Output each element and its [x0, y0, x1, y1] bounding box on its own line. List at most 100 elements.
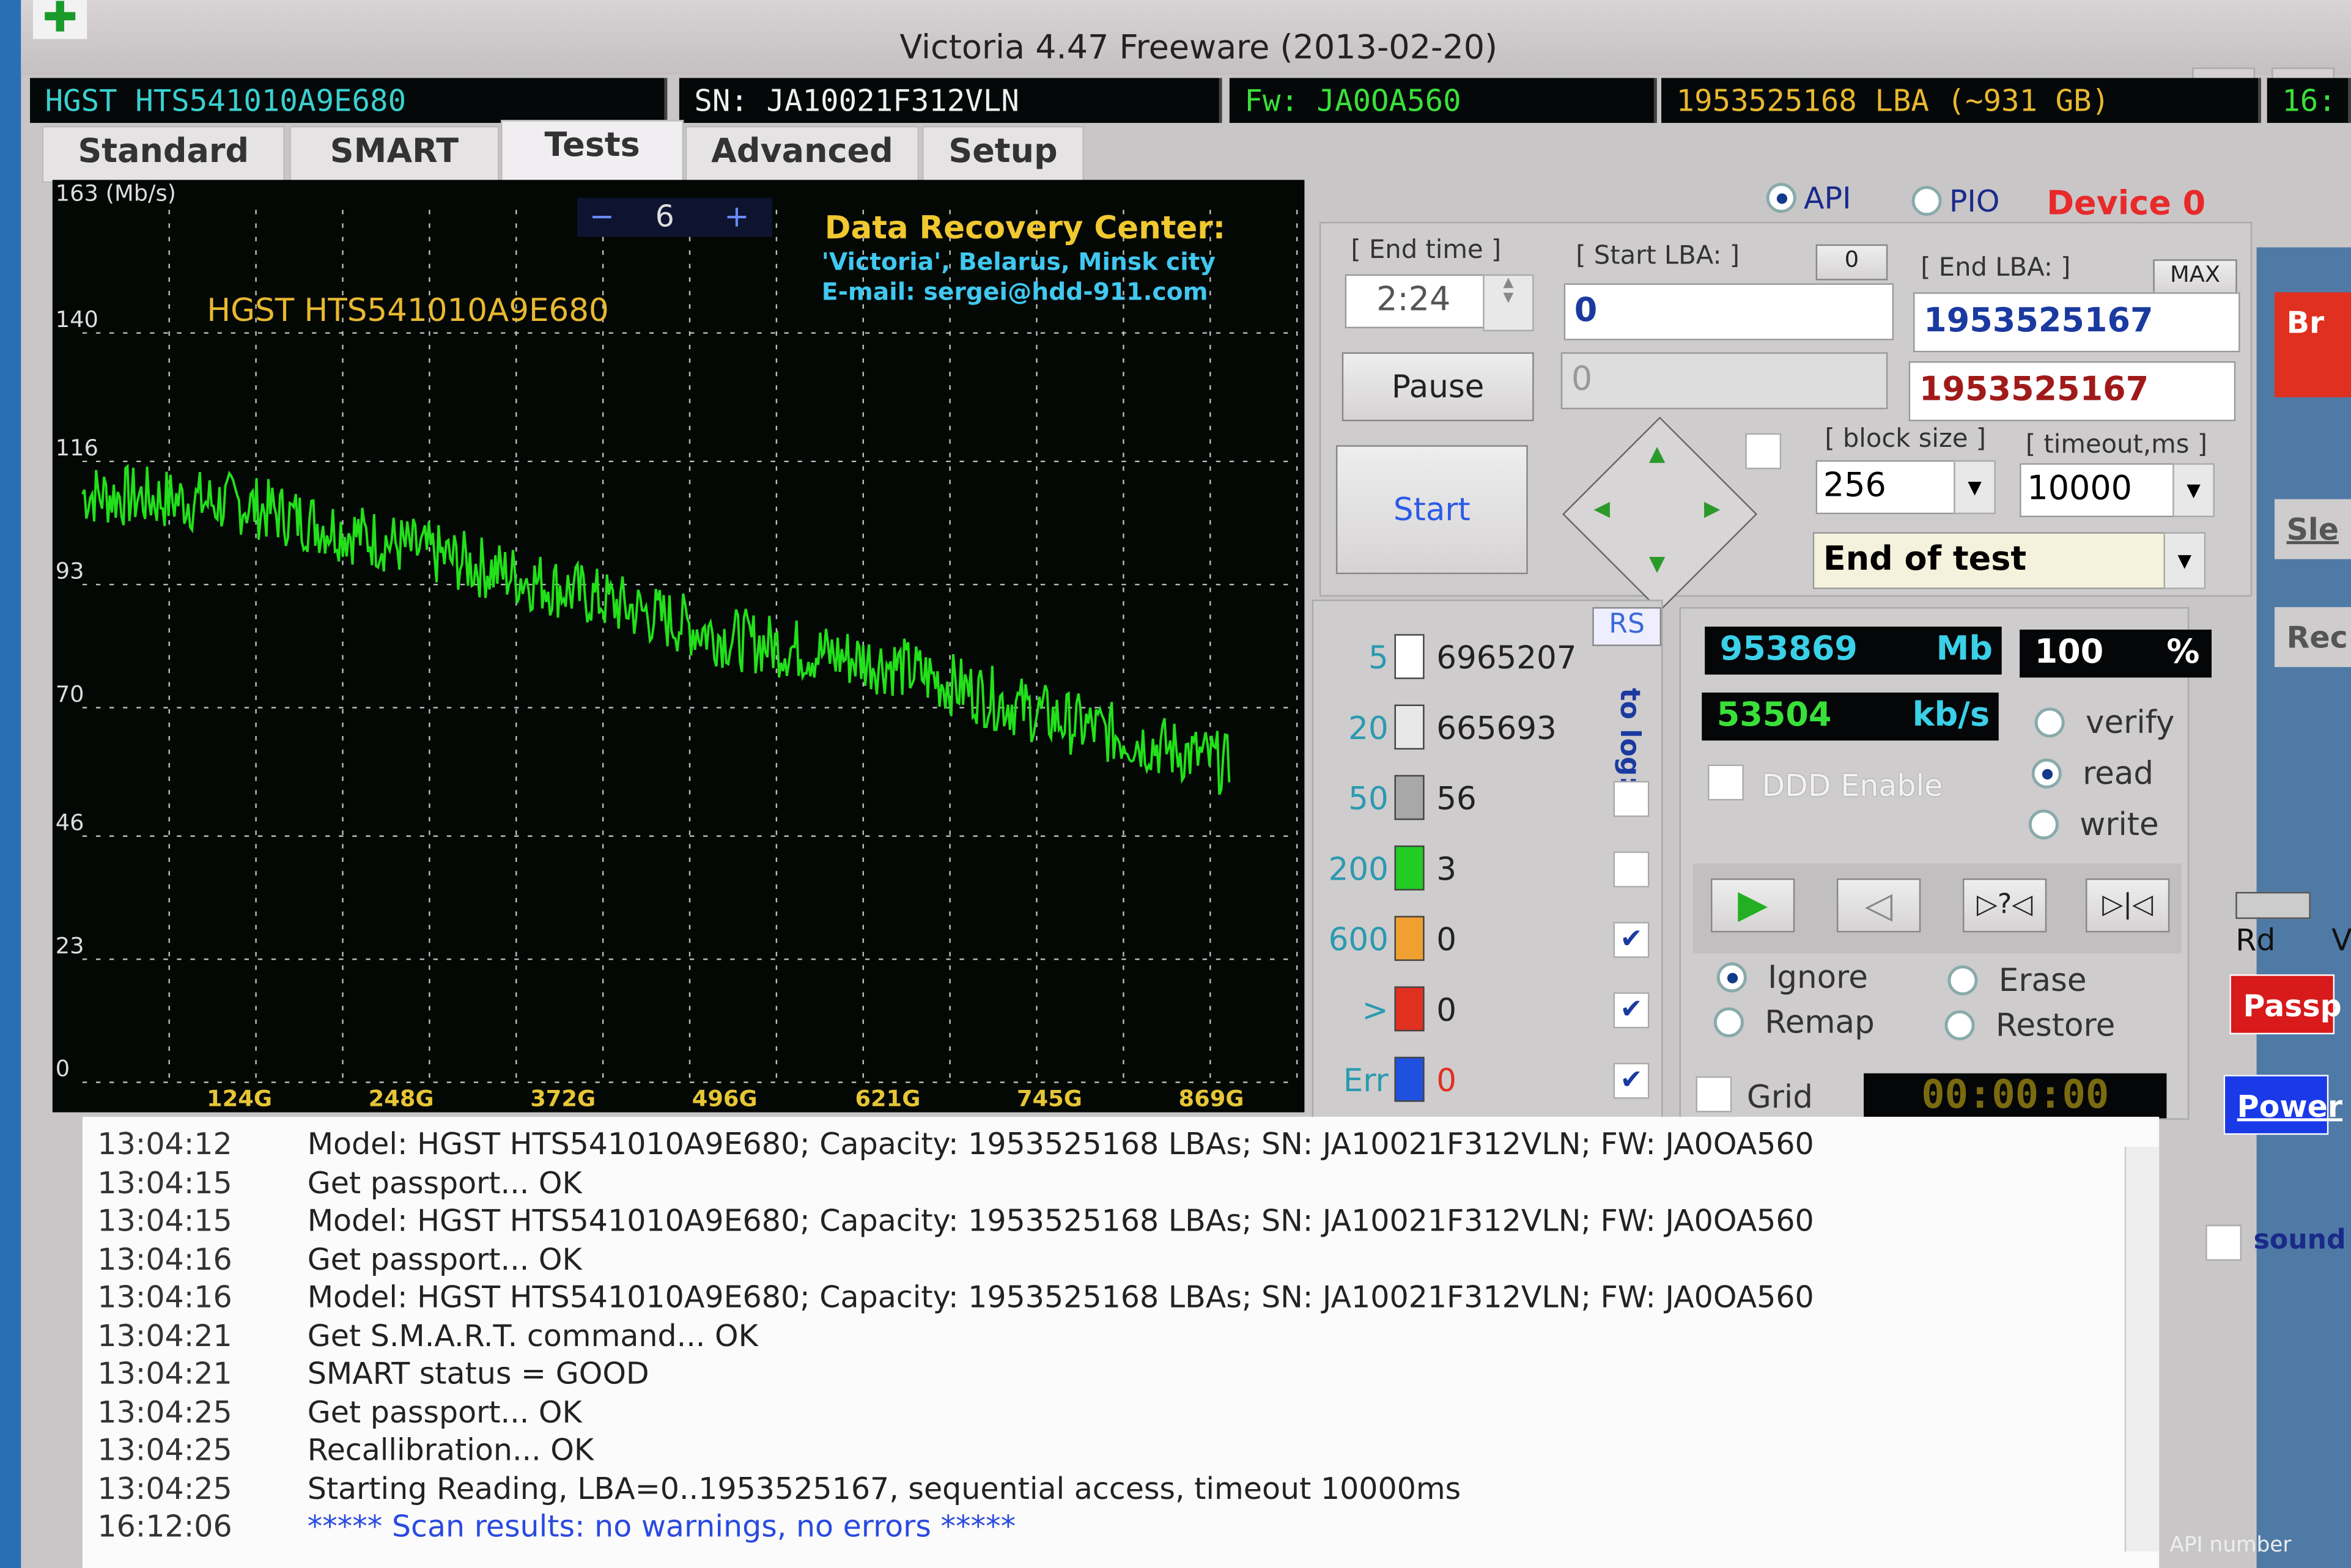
api-number-label: API number: [2169, 1533, 2292, 1558]
log-text: Get passport... OK: [307, 1164, 582, 1200]
play-button[interactable]: ▶: [1710, 878, 1795, 933]
log-time: 13:04:21: [97, 1355, 232, 1391]
stat-threshold: 20: [1348, 710, 1389, 747]
log-time: 13:04:25: [97, 1393, 232, 1430]
tab-advanced[interactable]: Advanced: [685, 125, 920, 183]
end-lba-max-button[interactable]: MAX: [2153, 259, 2237, 296]
stat-log-checkbox[interactable]: ✔: [1613, 922, 1650, 958]
tab-smart[interactable]: SMART: [289, 125, 500, 183]
start-lba-zero-button[interactable]: 0: [1815, 244, 1888, 281]
remap-label: Remap: [1765, 1004, 1875, 1040]
y-tick-label: 93: [56, 558, 84, 584]
log-text: Starting Reading, LBA=0..1953525167, seq…: [307, 1470, 1461, 1506]
erase-label: Erase: [1998, 962, 2087, 999]
seek-end-button[interactable]: ▷|◁: [2086, 878, 2170, 933]
stat-log-checkbox[interactable]: ✔: [1613, 1062, 1650, 1099]
sleep-button[interactable]: Sle: [2274, 499, 2351, 559]
graph-drive-label: HGST HTS541010A9E680: [207, 292, 609, 329]
verify-radio[interactable]: [2034, 707, 2065, 738]
ddd-checkbox[interactable]: [1708, 764, 1744, 801]
log-scrollbar[interactable]: [2124, 1146, 2160, 1552]
log-time: 13:04:15: [97, 1202, 232, 1239]
start-lba-label: [ Start LBA: ]: [1576, 241, 1740, 271]
ad-line2[interactable]: E-mail: sergei@hdd-911.com: [822, 278, 1208, 306]
read-speed: 53504 kb/s: [1702, 692, 1999, 741]
ad-line1: 'Victoria', Belarus, Minsk city: [821, 247, 1216, 276]
grid-checkbox[interactable]: [1696, 1076, 1732, 1113]
end-lba-input[interactable]: 1953525167: [1913, 292, 2240, 353]
y-tick-label: 140: [56, 306, 98, 333]
write-radio[interactable]: [2028, 809, 2059, 840]
pause-button[interactable]: Pause: [1342, 352, 1534, 422]
stat-row: 20 665693: [1313, 704, 1658, 759]
end-action-select[interactable]: End of test: [1812, 532, 2173, 589]
log-text: SMART status = GOOD: [307, 1355, 649, 1391]
log-entry: 13:04:21 SMART status = GOOD: [97, 1355, 649, 1391]
device-label[interactable]: Device 0: [2047, 186, 2205, 223]
end-time-spinner[interactable]: ▲ ▼: [1483, 274, 1534, 331]
direction-down-icon[interactable]: ▼: [1649, 553, 1665, 576]
sound-checkbox[interactable]: [2205, 1224, 2242, 1261]
restore-label: Restore: [1995, 1007, 2116, 1043]
direction-right-icon[interactable]: ▶: [1704, 497, 1720, 521]
direction-pad[interactable]: ▲ ▶ ◀ ▼: [1562, 416, 1758, 612]
random-seek-button[interactable]: ▷?◁: [1962, 878, 2047, 933]
stat-log-checkbox[interactable]: [1613, 781, 1650, 817]
start-button[interactable]: Start: [1335, 445, 1528, 575]
grid-label: Grid: [1746, 1079, 1813, 1116]
tab-standard[interactable]: Standard: [42, 125, 285, 183]
sound-label: sound: [2253, 1224, 2346, 1256]
direction-checkbox[interactable]: [1745, 433, 1782, 469]
write-label: write: [2080, 806, 2159, 843]
pio-radio[interactable]: [1911, 186, 1942, 216]
stat-color-swatch: [1394, 634, 1425, 679]
back-button[interactable]: ◁: [1836, 878, 1921, 933]
timeout-dropdown-icon[interactable]: ▼: [2172, 463, 2215, 518]
stat-log-checkbox[interactable]: [1613, 851, 1650, 888]
password-button[interactable]: Passp: [2229, 974, 2342, 1035]
start-lba-input[interactable]: 0: [1563, 283, 1894, 340]
direction-left-icon[interactable]: ◀: [1594, 497, 1610, 521]
log-time: 16:12:06: [97, 1507, 232, 1544]
x-tick-label: 745G: [1017, 1086, 1082, 1112]
scale-value: 6: [655, 197, 674, 234]
block-size-dropdown-icon[interactable]: ▼: [1954, 460, 1996, 515]
block-stats-panel: RS to log: 5 6965207 20 665693 50 56 200 36…: [1312, 599, 1663, 1120]
erase-radio[interactable]: [1947, 965, 1978, 996]
end-time-label: [ End time ]: [1351, 235, 1502, 266]
remap-radio[interactable]: [1713, 1007, 1744, 1037]
restore-radio[interactable]: [1944, 1010, 1975, 1040]
scale-plus-button[interactable]: +: [724, 198, 749, 234]
recalibrate-button[interactable]: Rec: [2274, 607, 2351, 668]
stat-color-swatch: [1394, 916, 1425, 961]
stat-row: 600 0 ✔: [1313, 916, 1658, 970]
tab-tests[interactable]: Tests: [501, 120, 684, 186]
stat-log-checkbox[interactable]: ✔: [1613, 992, 1650, 1029]
log-text: Model: HGST HTS541010A9E680; Capacity: 1…: [307, 1278, 1814, 1315]
progress-percent: 100%: [2020, 629, 2212, 678]
speed-line: [81, 463, 1231, 795]
stat-count: 0: [1436, 1062, 1457, 1099]
log-text: Get passport... OK: [307, 1393, 582, 1430]
log-text: Recallibration... OK: [307, 1431, 594, 1468]
timeout-select[interactable]: 10000: [2020, 463, 2179, 518]
read-radio[interactable]: [2031, 758, 2062, 789]
power-button[interactable]: Power: [2223, 1075, 2342, 1135]
log-text: Model: HGST HTS541010A9E680; Capacity: 1…: [307, 1202, 1814, 1239]
block-size-select[interactable]: 256: [1815, 460, 1960, 515]
scale-minus-button[interactable]: −: [589, 198, 615, 234]
timeout-label: [ timeout,ms ]: [2025, 430, 2208, 460]
break-button[interactable]: Br: [2274, 292, 2351, 397]
stat-color-swatch: [1394, 1056, 1425, 1102]
end-action-dropdown-icon[interactable]: ▼: [2163, 532, 2206, 589]
log-entry: 13:04:15 Model: HGST HTS541010A9E680; Cap…: [97, 1202, 1814, 1239]
api-radio[interactable]: [1766, 183, 1796, 213]
log-time: 13:04:15: [97, 1164, 232, 1200]
drive-firmware: Fw: JA0OA560: [1229, 78, 1657, 123]
ignore-radio[interactable]: [1716, 962, 1747, 993]
log-entry: 13:04:15 Get passport... OK: [97, 1164, 581, 1200]
tab-setup[interactable]: Setup: [922, 125, 1084, 183]
stat-threshold: 5: [1368, 640, 1389, 676]
direction-up-icon[interactable]: ▲: [1649, 442, 1665, 466]
drive-model: HGST HTS541010A9E680: [30, 78, 668, 123]
